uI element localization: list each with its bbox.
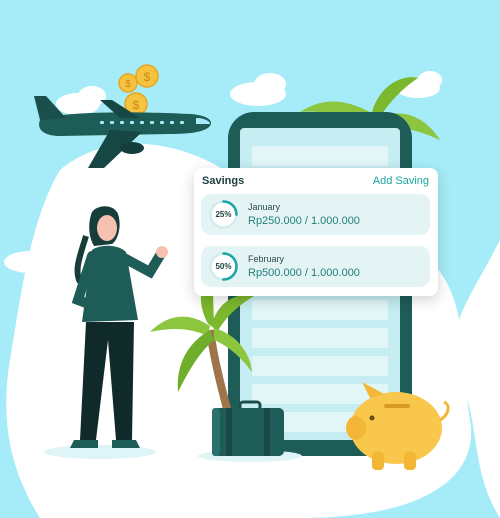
saving-item-january[interactable]: 25% January Rp250.000 / 1.000.000 bbox=[201, 194, 430, 235]
add-saving-button[interactable]: Add Saving bbox=[373, 175, 429, 187]
svg-text:$: $ bbox=[133, 98, 140, 112]
svg-text:$: $ bbox=[144, 70, 151, 84]
savings-card: Savings Add Saving 25% January Rp250.000… bbox=[194, 168, 438, 296]
saving-amount: Rp500.000 / 1.000.000 bbox=[248, 267, 360, 279]
progress-percent: 25% bbox=[215, 210, 232, 219]
saving-item-february[interactable]: 50% February Rp500.000 / 1.000.000 bbox=[201, 246, 430, 287]
saving-month: February bbox=[248, 254, 285, 264]
savings-title: Savings bbox=[202, 175, 245, 187]
progress-ring: 25% bbox=[208, 199, 239, 230]
progress-percent: 50% bbox=[215, 262, 232, 271]
saving-month: January bbox=[248, 202, 281, 212]
progress-ring: 50% bbox=[208, 251, 239, 282]
saving-amount: Rp250.000 / 1.000.000 bbox=[248, 215, 360, 227]
svg-text:$: $ bbox=[125, 79, 131, 90]
